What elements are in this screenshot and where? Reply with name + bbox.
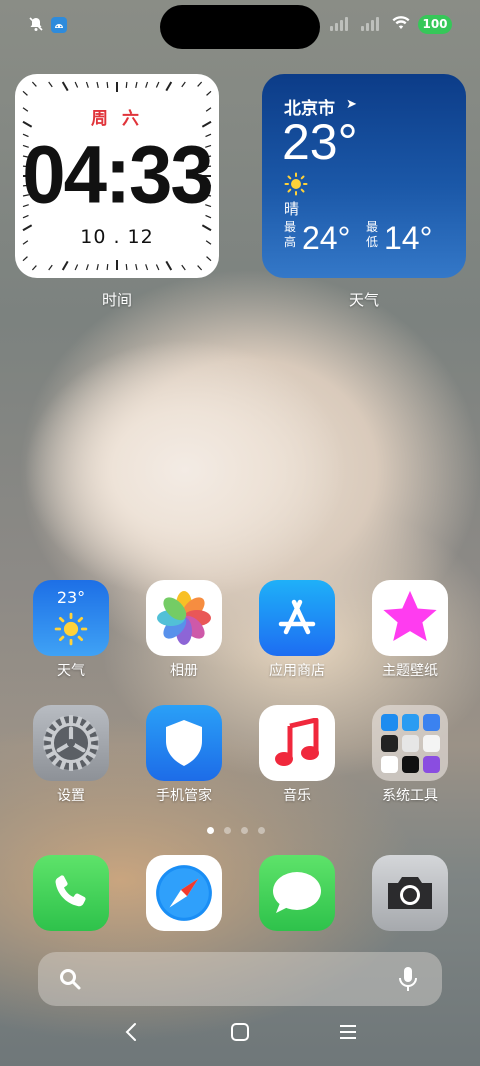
app-label: 应用商店 bbox=[269, 663, 325, 679]
clock-tick bbox=[145, 264, 149, 271]
app-label: 音乐 bbox=[283, 788, 311, 804]
clock-tick bbox=[206, 90, 212, 96]
weather-temp: 23° bbox=[282, 114, 358, 170]
clock-tick bbox=[31, 265, 37, 271]
battery-indicator: 100 bbox=[418, 15, 452, 34]
page-dot-2[interactable] bbox=[224, 827, 231, 834]
clock-tick bbox=[106, 81, 109, 89]
clock-tick bbox=[74, 264, 79, 271]
shield-icon bbox=[146, 705, 222, 781]
dock-messages[interactable] bbox=[252, 855, 342, 931]
app-themes[interactable]: 主题壁纸 bbox=[365, 580, 455, 680]
clock-tick bbox=[197, 81, 203, 87]
location-arrow-icon: ➤ bbox=[346, 97, 357, 112]
clock-tick bbox=[74, 81, 79, 88]
app-label: 手机管家 bbox=[156, 788, 212, 804]
clock-tick bbox=[206, 256, 212, 262]
clock-tick bbox=[61, 260, 69, 271]
photos-flower-icon bbox=[146, 580, 222, 656]
high-temp: 24° bbox=[302, 220, 351, 256]
dynamic-island bbox=[160, 5, 320, 49]
wifi-icon bbox=[392, 16, 410, 33]
app-phone-manager[interactable]: 手机管家 bbox=[139, 705, 229, 805]
sun-icon bbox=[284, 172, 308, 200]
app-store-icon bbox=[259, 580, 335, 656]
clock-widget-label: 时间 bbox=[101, 291, 132, 309]
star-icon bbox=[372, 580, 448, 656]
weather-app-badge: 23° bbox=[56, 588, 86, 607]
app-settings[interactable]: 设置 bbox=[26, 705, 116, 805]
clock-tick bbox=[145, 81, 149, 88]
clock-day: 周 六 bbox=[91, 109, 143, 129]
back-button[interactable] bbox=[124, 1022, 138, 1048]
weather-app-icon: 23° bbox=[33, 580, 109, 656]
music-note-icon bbox=[259, 705, 335, 781]
search-bar[interactable] bbox=[38, 952, 442, 1006]
clock-tick bbox=[197, 265, 203, 271]
clock-tick bbox=[85, 264, 89, 271]
app-label: 相册 bbox=[170, 663, 198, 679]
clock-tick bbox=[155, 264, 160, 271]
phone-icon bbox=[33, 855, 109, 931]
dock-browser[interactable] bbox=[139, 855, 229, 931]
low-label: 最低 bbox=[366, 220, 379, 249]
page-dot-3[interactable] bbox=[241, 827, 248, 834]
app-label: 天气 bbox=[57, 663, 85, 679]
dock-camera[interactable] bbox=[365, 855, 455, 931]
folder-icon bbox=[372, 705, 448, 781]
clock-tick bbox=[96, 264, 99, 271]
app-store[interactable]: 应用商店 bbox=[252, 580, 342, 680]
app-label: 主题壁纸 bbox=[382, 663, 438, 679]
clock-tick bbox=[106, 263, 109, 271]
clock-tick bbox=[181, 264, 186, 271]
clock-tick bbox=[181, 81, 186, 88]
messages-icon bbox=[259, 855, 335, 931]
clock-time: 04:33 bbox=[22, 127, 214, 221]
clock-tick bbox=[96, 81, 99, 88]
clock-tick bbox=[125, 263, 128, 271]
clock-tick bbox=[22, 90, 28, 96]
clock-tick bbox=[85, 81, 89, 88]
app-photos[interactable]: 相册 bbox=[139, 580, 229, 680]
app-weather[interactable]: 23° 天气 bbox=[26, 580, 116, 680]
app-system-tools-folder[interactable]: 系统工具 bbox=[365, 705, 455, 805]
app-music[interactable]: 音乐 bbox=[252, 705, 342, 805]
safari-icon bbox=[146, 855, 222, 931]
clock-date: 10 . 12 bbox=[80, 226, 154, 248]
clock-widget[interactable]: 周 六 04:33 10 . 12 bbox=[15, 74, 219, 278]
clock-tick bbox=[155, 81, 160, 88]
page-dot-1[interactable] bbox=[207, 827, 214, 834]
dock-phone[interactable] bbox=[26, 855, 116, 931]
page-indicator[interactable] bbox=[207, 827, 265, 834]
recents-menu-button[interactable] bbox=[338, 1022, 358, 1048]
microphone-icon[interactable] bbox=[398, 965, 418, 997]
camera-icon bbox=[372, 855, 448, 931]
app-label: 系统工具 bbox=[382, 788, 438, 804]
clock-tick bbox=[135, 81, 138, 88]
clock-tick bbox=[125, 81, 128, 89]
high-label: 最高 bbox=[284, 220, 297, 249]
clock-tick bbox=[31, 81, 37, 87]
android-app-icon bbox=[50, 16, 68, 37]
clock-tick bbox=[48, 264, 53, 271]
signal-sim1-icon bbox=[330, 17, 348, 31]
clock-tick bbox=[165, 260, 173, 271]
gear-icon bbox=[33, 705, 109, 781]
app-label: 设置 bbox=[57, 788, 85, 804]
home-button[interactable] bbox=[230, 1022, 250, 1048]
signal-sim2-icon bbox=[361, 17, 379, 31]
search-icon bbox=[58, 967, 82, 995]
weather-condition: 晴 bbox=[284, 200, 300, 218]
mute-bell-icon bbox=[28, 16, 44, 35]
status-bar: 100 bbox=[0, 0, 480, 52]
clock-tick bbox=[61, 81, 69, 92]
clock-tick bbox=[48, 81, 53, 88]
clock-tick bbox=[165, 81, 173, 92]
weather-widget[interactable]: 北京市 ➤ 23° 晴 最高 24° 最低 14° bbox=[262, 74, 466, 278]
low-temp: 14° bbox=[384, 220, 433, 256]
weather-widget-label: 天气 bbox=[348, 291, 379, 309]
clock-tick bbox=[135, 264, 138, 271]
clock-tick bbox=[22, 256, 28, 262]
page-dot-4[interactable] bbox=[258, 827, 265, 834]
